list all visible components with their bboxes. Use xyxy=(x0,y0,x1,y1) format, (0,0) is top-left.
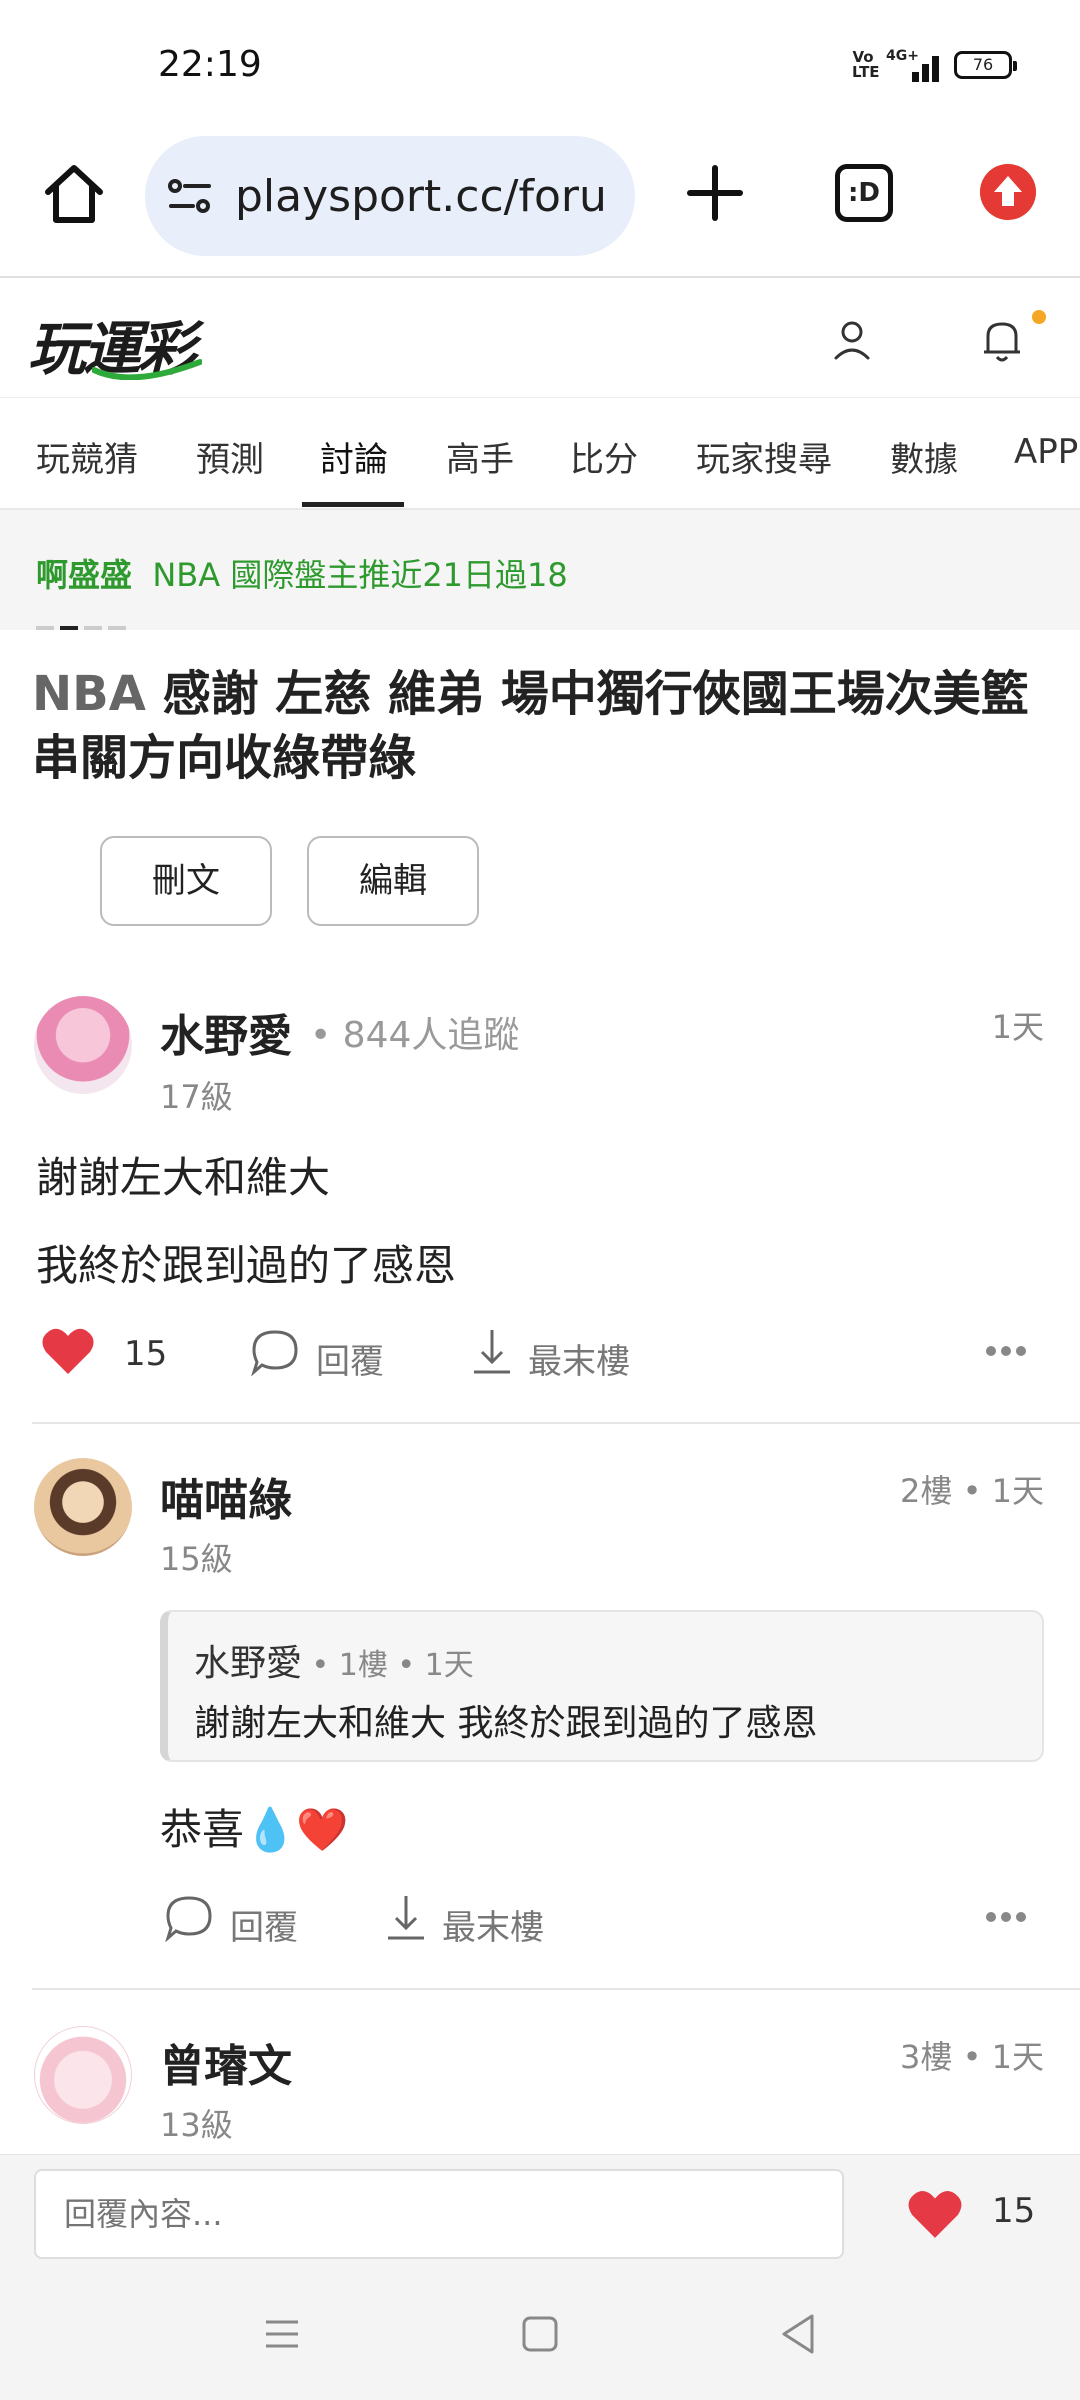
tab-player-search[interactable]: 玩家搜尋 xyxy=(696,432,832,481)
commenter-name[interactable]: 水野愛 xyxy=(160,1000,292,1064)
promo-banner[interactable]: 啊盛盛 NBA 國際盤主推近21日過18 xyxy=(0,510,1080,630)
commenter-name[interactable]: 喵喵綠 xyxy=(160,1464,292,1528)
quote-meta: • 1樓 • 1天 xyxy=(302,1648,474,1683)
banner-message: NBA 國際盤主推近21日過18 xyxy=(152,556,568,594)
post-title-text: 感謝 左慈 維弟 場中獨行俠國王場次美籃串關方向收綠帶綠 xyxy=(32,666,1029,786)
comment-time: 3樓 • 1天 xyxy=(900,2038,1044,2076)
signal-icon: 4G+ xyxy=(886,48,942,82)
download-last-floor-icon[interactable] xyxy=(470,1326,514,1376)
network-label: 4G+ xyxy=(886,48,919,64)
tab-data[interactable]: 數據 xyxy=(890,432,958,481)
user-level: 15級 xyxy=(160,1540,233,1578)
active-tab-indicator xyxy=(302,502,404,507)
browser-toolbar: playsport.cc/foru :D xyxy=(0,130,1080,278)
avatar[interactable] xyxy=(34,996,132,1094)
tab-switcher-button[interactable]: :D xyxy=(835,164,893,222)
comment-time: 2樓 • 1天 xyxy=(900,1472,1044,1510)
bell-icon[interactable] xyxy=(980,316,1024,364)
delete-post-button[interactable]: 刪文 xyxy=(100,836,272,926)
reply-input[interactable] xyxy=(34,2169,844,2259)
user-level: 17級 xyxy=(160,1078,233,1116)
menu-icon[interactable] xyxy=(262,2314,302,2354)
tab-play-guess[interactable]: 玩競猜 xyxy=(36,432,138,481)
logo-swoosh-icon xyxy=(92,359,202,380)
comment-divider xyxy=(32,1422,1080,1424)
follower-count: • 844人追蹤 xyxy=(310,1015,520,1056)
quoted-comment[interactable]: 水野愛 • 1樓 • 1天 謝謝左大和維大 我終於跟到過的了感恩 xyxy=(160,1610,1044,1762)
avatar[interactable] xyxy=(34,1458,132,1556)
post-title: NBA 感謝 左慈 維弟 場中獨行俠國王場次美籃串關方向收綠帶綠 xyxy=(32,662,1052,790)
status-time: 22:19 xyxy=(158,44,262,85)
user-icon[interactable] xyxy=(830,318,874,362)
status-bar: 22:19 Vo LTE 4G+ 76 xyxy=(0,0,1080,130)
home-square-icon[interactable] xyxy=(520,2314,560,2354)
post-like-count: 15 xyxy=(992,2191,1036,2231)
banner-text[interactable]: 啊盛盛 NBA 國際盤主推近21日過18 xyxy=(36,550,568,596)
reply-icon[interactable] xyxy=(250,1328,300,1376)
extension-icon[interactable] xyxy=(980,164,1036,220)
notification-dot xyxy=(1032,310,1046,324)
nav-tabs: 玩競猜 預測 討論 高手 比分 玩家搜尋 數據 APP xyxy=(0,398,1080,510)
comment-line: 我終於跟到過的了感恩 xyxy=(36,1241,457,1290)
tab-app[interactable]: APP xyxy=(1014,432,1078,472)
post-tag: NBA xyxy=(32,666,146,722)
system-navigation-bar xyxy=(0,2270,1080,2400)
status-icons: Vo LTE 4G+ 76 xyxy=(852,48,1017,82)
edit-post-button[interactable]: 編輯 xyxy=(307,836,479,926)
quote-author: 水野愛 xyxy=(194,1643,303,1684)
quote-text: 謝謝左大和維大 我終於跟到過的了感恩 xyxy=(194,1703,818,1744)
like-heart-icon[interactable] xyxy=(40,1326,96,1376)
site-settings-icon[interactable] xyxy=(167,176,213,216)
url-bar[interactable]: playsport.cc/foru xyxy=(145,136,635,256)
home-icon[interactable] xyxy=(38,158,110,230)
reply-bar: 15 xyxy=(0,2154,1080,2270)
tab-experts[interactable]: 高手 xyxy=(446,432,514,481)
comment-time: 1天 xyxy=(991,1008,1044,1046)
tab-predict[interactable]: 預測 xyxy=(196,432,264,481)
volte-icon: Vo LTE xyxy=(852,48,880,81)
commenter-name[interactable]: 曾璿文 xyxy=(160,2030,292,2094)
back-icon[interactable] xyxy=(778,2312,818,2356)
last-floor-button[interactable]: 最末樓 xyxy=(528,1334,630,1383)
comment-text: 恭喜💧❤️ xyxy=(160,1805,349,1854)
reply-button[interactable]: 回覆 xyxy=(316,1334,384,1383)
like-heart-icon[interactable] xyxy=(906,2187,964,2241)
reply-icon[interactable] xyxy=(164,1894,214,1942)
tab-discussion[interactable]: 討論 xyxy=(320,432,388,481)
last-floor-button[interactable]: 最末樓 xyxy=(442,1900,544,1949)
like-count: 15 xyxy=(124,1334,168,1374)
comment-line: 謝謝左大和維大 xyxy=(36,1153,331,1202)
new-tab-icon[interactable] xyxy=(680,158,750,228)
user-level: 13級 xyxy=(160,2106,233,2144)
site-header: 玩運彩 xyxy=(0,280,1080,398)
url-text: playsport.cc/foru xyxy=(235,170,607,222)
reply-button[interactable]: 回覆 xyxy=(230,1900,298,1949)
quote-header: 水野愛 • 1樓 • 1天 xyxy=(194,1634,474,1686)
avatar[interactable] xyxy=(34,2026,132,2124)
comment-divider xyxy=(32,1988,1080,1990)
download-last-floor-icon[interactable] xyxy=(384,1892,428,1942)
banner-pagination xyxy=(36,626,126,630)
tab-scores[interactable]: 比分 xyxy=(570,432,638,481)
battery-icon: 76 xyxy=(954,51,1017,79)
banner-author: 啊盛盛 xyxy=(36,556,133,594)
more-options-icon[interactable] xyxy=(986,1346,1026,1358)
more-options-icon[interactable] xyxy=(986,1912,1026,1924)
